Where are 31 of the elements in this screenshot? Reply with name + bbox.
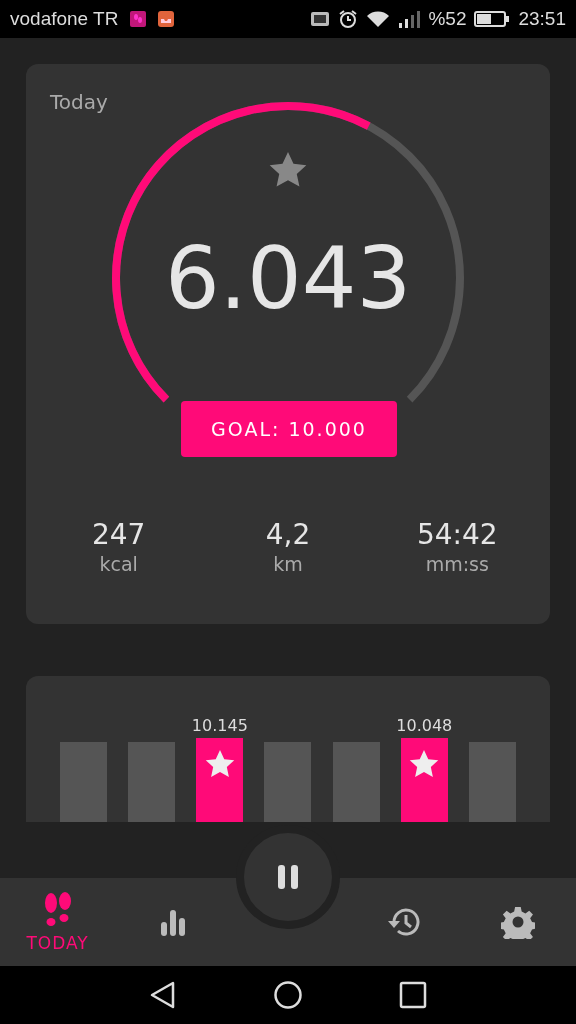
stat-value: 247 <box>91 518 146 551</box>
carrier-name: vodafone TR <box>10 8 119 30</box>
stat-unit: kcal <box>99 553 138 575</box>
wifi-icon <box>366 10 391 28</box>
inbox-app-icon <box>158 11 175 27</box>
recents-icon[interactable] <box>398 980 429 1010</box>
clock-time: 23:51 <box>518 8 566 30</box>
card-title: Today <box>49 90 109 114</box>
bar-chart-icon <box>158 908 187 936</box>
alarm-icon <box>338 9 359 29</box>
stat-value: 4,2 <box>265 518 311 551</box>
stat-unit: km <box>273 553 303 575</box>
home-icon[interactable] <box>273 980 303 1010</box>
history-icon <box>386 906 421 938</box>
footsteps-app-icon <box>130 11 147 27</box>
stat-value: 54:42 <box>416 518 498 551</box>
stat-unit: mm:ss <box>425 553 489 575</box>
step-count: 6.043 <box>163 228 413 328</box>
star-icon <box>204 750 235 778</box>
battery-percent: %52 <box>428 8 467 30</box>
star-icon <box>409 750 440 778</box>
settings-icon <box>501 905 536 939</box>
goal-button[interactable]: GOAL: 10.000 <box>181 401 397 457</box>
bar-label: 10.048 <box>396 716 453 735</box>
bar-label: 10.145 <box>191 716 248 735</box>
battery-icon <box>474 10 511 28</box>
signal-icon <box>398 10 421 28</box>
today-tab[interactable]: TODAY <box>0 878 116 966</box>
pause-icon <box>277 864 299 890</box>
star-icon <box>269 152 307 188</box>
nfc-icon <box>310 11 331 27</box>
